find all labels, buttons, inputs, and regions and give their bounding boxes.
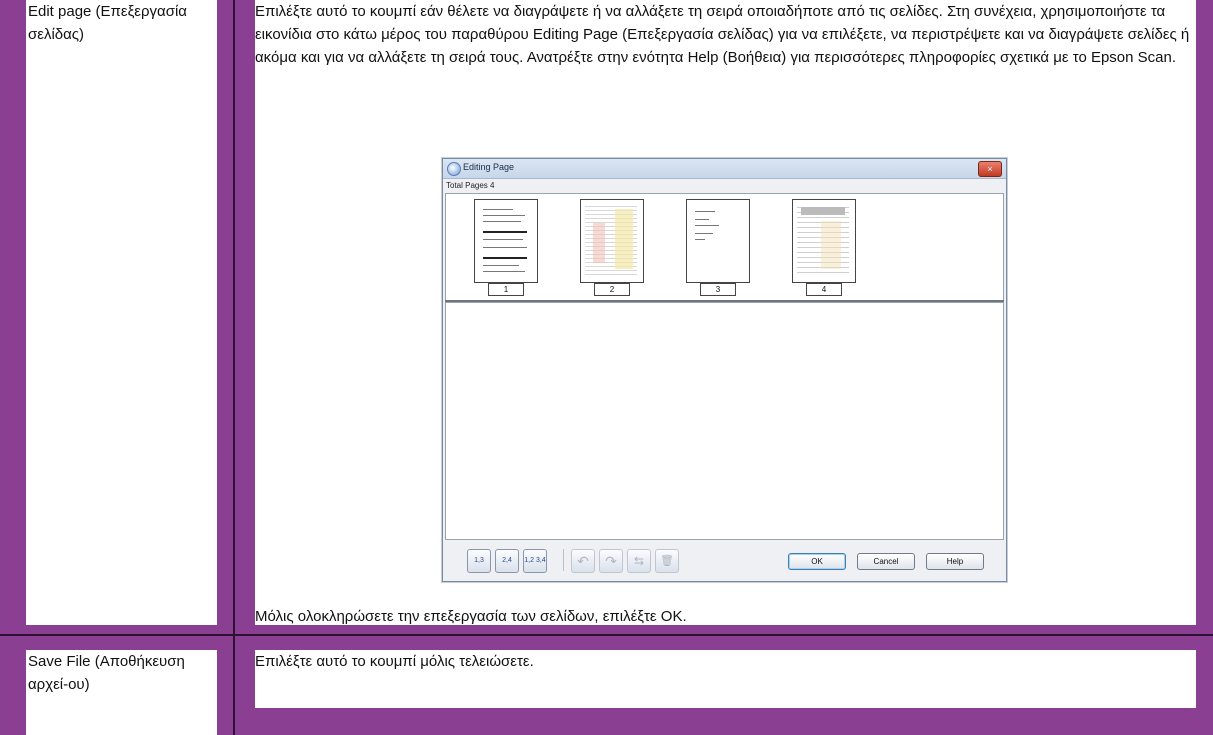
toolbar-separator (563, 549, 564, 571)
page-work-area[interactable] (445, 302, 1004, 540)
save-file-description-cell: Επιλέξτε αυτό το κουμπί μόλις τελειώσετε… (255, 650, 1196, 708)
page-preview (797, 203, 849, 277)
save-file-label-cell: Save File (Αποθήκευση αρχεί-ου) (26, 650, 217, 735)
total-pages-label: Total Pages 4 (446, 181, 495, 190)
help-button[interactable]: Help (926, 553, 984, 570)
page-thumbnails-pane[interactable]: 1 2 3 4 (445, 193, 1004, 302)
page-preview (479, 203, 531, 277)
edit-page-after-text: Μόλις ολοκληρώσετε την επεξεργασία των σ… (255, 608, 687, 625)
page-thumbnail[interactable] (792, 199, 856, 283)
editing-page-titlebar: Editing Page × (443, 159, 1006, 179)
select-odd-pages-button[interactable]: 1,3 (467, 549, 491, 573)
editing-toolbar: 1,3 2,4 1,2 3,4 ↶ ↷ ⇆ 🗑 OK Cancel Help (443, 541, 1006, 579)
rotate-left-button[interactable]: ↶ (571, 549, 595, 573)
select-all-pages-button[interactable]: 1,2 3,4 (523, 549, 547, 573)
window-title: Editing Page (463, 162, 515, 172)
edit-page-description: Επιλέξτε αυτό το κουμπί εάν θέλετε να δι… (255, 3, 1190, 66)
editing-page-window: Editing Page × Total Pages 4 1 2 3 4 1,3… (442, 158, 1007, 582)
swap-pages-button[interactable]: ⇆ (627, 549, 651, 573)
page-number-box: 1 (488, 283, 524, 296)
page-number-box: 3 (700, 283, 736, 296)
rotate-right-button[interactable]: ↷ (599, 549, 623, 573)
column-divider (233, 0, 235, 735)
page-number-box: 4 (806, 283, 842, 296)
edit-page-label: Edit page (Επεξεργασία σελίδας) (28, 3, 187, 43)
app-icon (447, 162, 461, 176)
edit-page-label-cell: Edit page (Επεξεργασία σελίδας) (26, 0, 217, 625)
page-thumbnail[interactable] (474, 199, 538, 283)
page-preview (585, 203, 637, 277)
save-file-label: Save File (Αποθήκευση αρχεί-ου) (28, 653, 185, 693)
page-thumbnail[interactable] (686, 199, 750, 283)
delete-page-button[interactable]: 🗑 (655, 549, 679, 573)
select-even-pages-button[interactable]: 2,4 (495, 549, 519, 573)
page-number-box: 2 (594, 283, 630, 296)
page-preview (691, 203, 743, 277)
ok-button[interactable]: OK (788, 553, 846, 570)
cancel-button[interactable]: Cancel (857, 553, 915, 570)
save-file-description: Επιλέξτε αυτό το κουμπί μόλις τελειώσετε… (255, 653, 534, 670)
page-thumbnail[interactable] (580, 199, 644, 283)
close-button[interactable]: × (978, 161, 1002, 177)
